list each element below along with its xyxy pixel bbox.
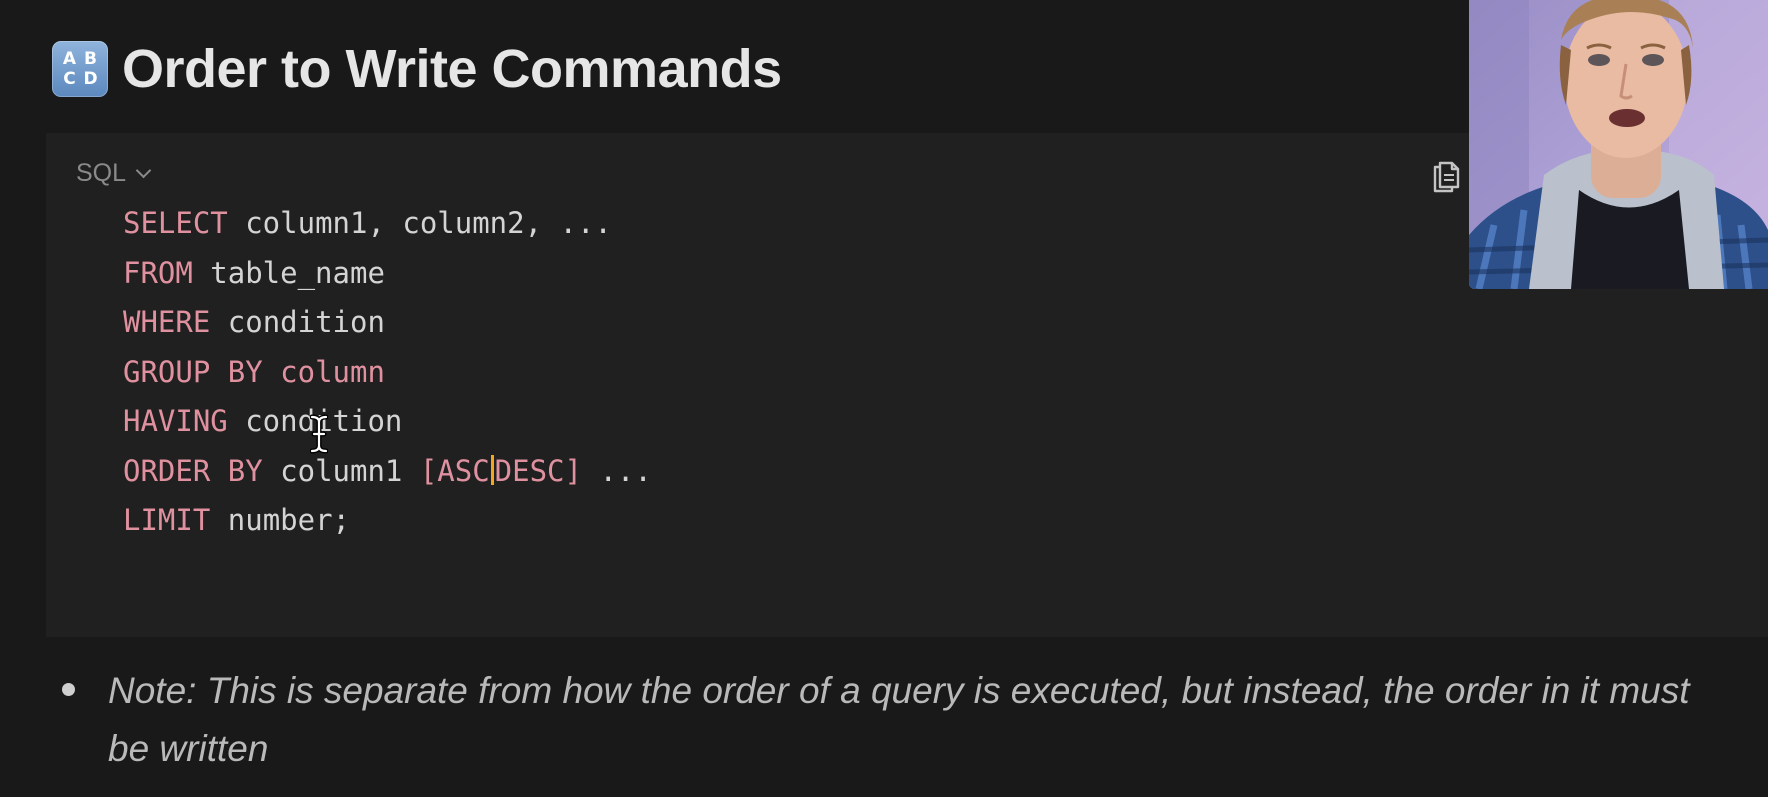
page-heading: A B C D Order to Write Commands <box>52 38 782 100</box>
sql-text: column1, column2, ... <box>227 206 612 240</box>
code-line: GROUP BY column <box>123 348 652 398</box>
sql-keyword: WHERE <box>123 305 211 339</box>
code-line: WHERE condition <box>123 298 652 348</box>
chevron-down-icon <box>135 162 152 179</box>
sql-keyword: ORDER BY <box>123 453 263 488</box>
code-line: SELECT column1, column2, ... <box>123 199 652 249</box>
sql-keyword: column <box>262 354 385 389</box>
sql-keyword: SELECT <box>123 206 228 240</box>
sql-text: ... <box>581 453 652 488</box>
sql-keyword: GROUP BY <box>123 354 263 389</box>
abcd-icon-letter-b: B <box>84 48 97 69</box>
language-selector[interactable]: SQL <box>76 159 152 188</box>
abcd-icon-letter-a: A <box>62 48 77 69</box>
code-line: HAVING condition <box>123 397 652 447</box>
code-line: FROM table_name <box>123 249 652 299</box>
language-label: SQL <box>76 159 127 187</box>
copy-icon[interactable] <box>1432 157 1462 198</box>
code-content[interactable]: SELECT column1, column2, ... FROM table_n… <box>123 199 652 546</box>
sql-keyword: DESC] <box>494 453 582 488</box>
abcd-input-icon: A B C D <box>52 41 108 97</box>
sql-keyword: [ASC <box>419 453 490 488</box>
note-list-item: Note: This is separate from how the orde… <box>62 662 1722 778</box>
bullet-icon <box>62 683 75 696</box>
page-title: Order to Write Commands <box>122 39 782 99</box>
sql-text: condition <box>210 305 385 339</box>
code-line: LIMIT number; <box>123 496 652 546</box>
sql-text: table_name <box>192 255 385 290</box>
sql-text: number; <box>210 503 350 537</box>
sql-keyword: LIMIT <box>123 503 211 537</box>
text-cursor-icon <box>309 414 329 459</box>
sql-keyword: HAVING <box>123 404 228 438</box>
abcd-icon-letter-c: C <box>63 68 76 89</box>
abcd-icon-letter-d: D <box>83 68 98 89</box>
sql-text: column1 <box>262 453 420 488</box>
note-text: Note: This is separate from how the orde… <box>108 670 1690 769</box>
text-caret <box>490 454 494 485</box>
code-line: ORDER BY column1 [ASC DESC] ... <box>123 447 652 497</box>
webcam-overlay <box>1469 0 1768 289</box>
sql-keyword: FROM <box>123 255 193 290</box>
